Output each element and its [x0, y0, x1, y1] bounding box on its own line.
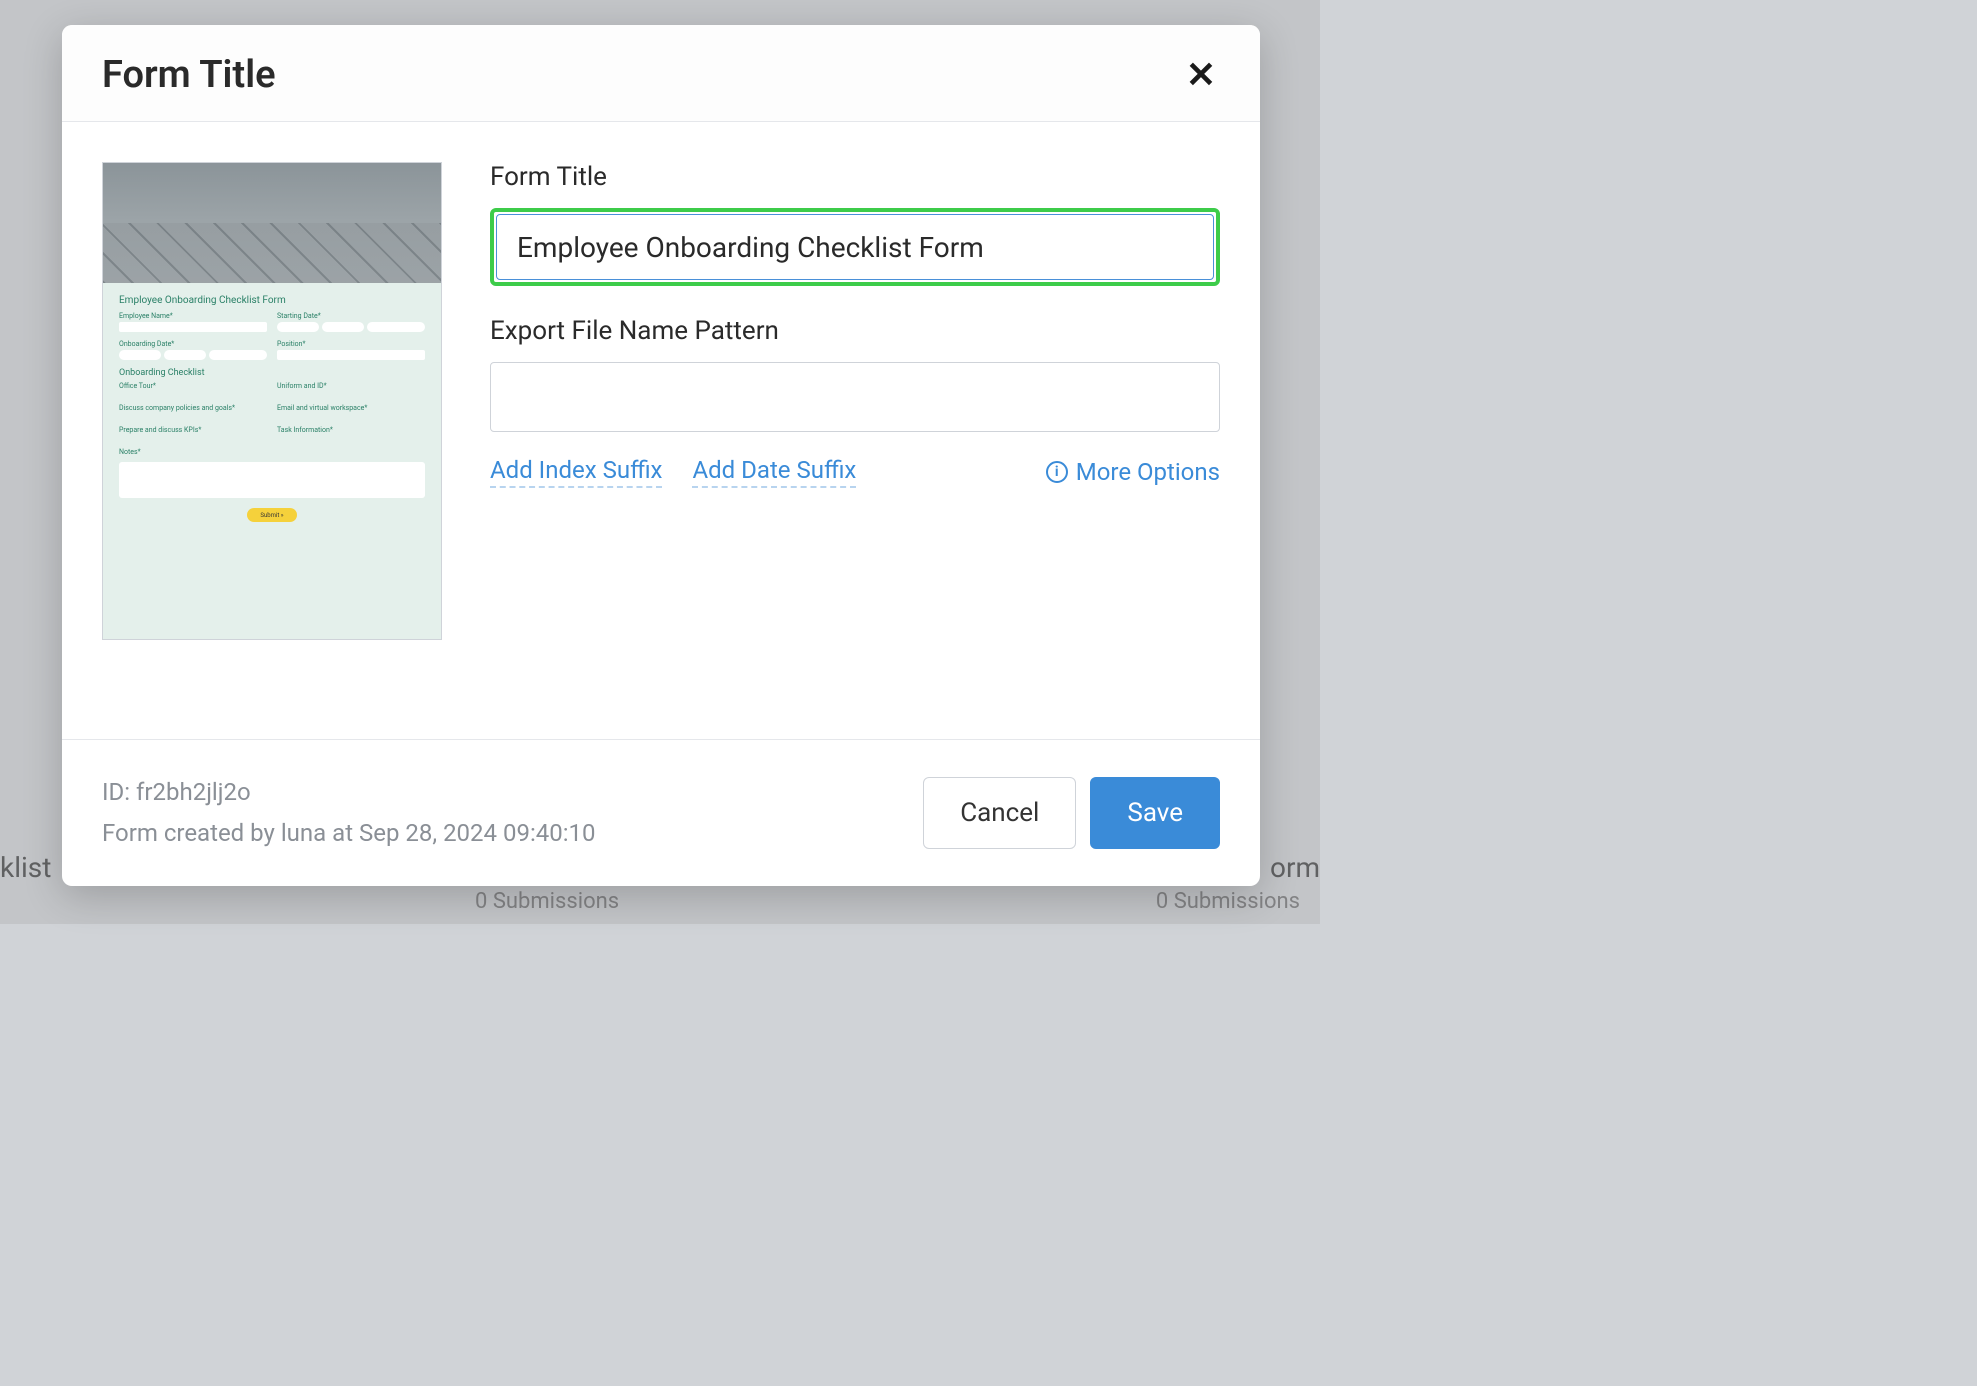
close-icon: ✕: [1186, 54, 1216, 95]
add-index-suffix-link[interactable]: Add Index Suffix: [490, 456, 662, 488]
save-button[interactable]: Save: [1090, 777, 1220, 849]
modal-body: Employee Onboarding Checklist Form Emplo…: [62, 122, 1260, 739]
form-title-label: Form Title: [490, 162, 1220, 192]
modal-title: Form Title: [102, 53, 276, 97]
info-icon: i: [1046, 461, 1068, 483]
modal-header: Form Title ✕: [62, 25, 1260, 122]
add-date-suffix-link[interactable]: Add Date Suffix: [692, 456, 856, 488]
export-pattern-input[interactable]: [490, 362, 1220, 432]
export-pattern-label: Export File Name Pattern: [490, 316, 1220, 346]
footer-info: ID: fr2bh2jlj2o Form created by luna at …: [102, 772, 909, 854]
close-button[interactable]: ✕: [1182, 53, 1220, 97]
form-title-input[interactable]: [496, 214, 1214, 280]
form-title-modal: Form Title ✕ Employee Onboarding Checkli…: [62, 25, 1260, 886]
fields-panel: Form Title Export File Name Pattern Add …: [490, 162, 1220, 699]
cancel-button[interactable]: Cancel: [923, 777, 1076, 849]
form-created-text: Form created by luna at Sep 28, 2024 09:…: [102, 813, 909, 854]
preview-form-body: Employee Onboarding Checklist Form Emplo…: [103, 283, 441, 639]
preview-banner-image: [103, 163, 441, 283]
preview-form-title: Employee Onboarding Checklist Form: [119, 295, 425, 306]
form-id-text: ID: fr2bh2jlj2o: [102, 772, 909, 813]
modal-footer: ID: fr2bh2jlj2o Form created by luna at …: [62, 739, 1260, 886]
more-options-link[interactable]: i More Options: [1046, 458, 1220, 486]
form-title-highlight: [490, 208, 1220, 286]
form-preview-thumbnail: Employee Onboarding Checklist Form Emplo…: [102, 162, 442, 640]
more-options-label: More Options: [1076, 458, 1220, 486]
